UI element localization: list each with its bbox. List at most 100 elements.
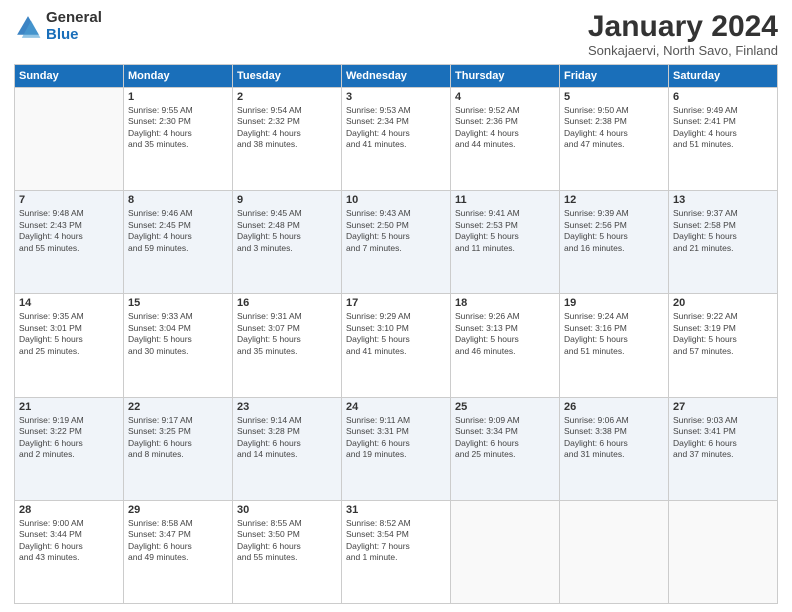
calendar-cell: 2 Sunrise: 9:54 AM Sunset: 2:32 PM Daylig… xyxy=(233,88,342,191)
day-info: Sunrise: 9:53 AM Sunset: 2:34 PM Dayligh… xyxy=(346,105,446,151)
day-number: 5 xyxy=(564,91,664,103)
day-number: 15 xyxy=(128,297,228,309)
day-number: 6 xyxy=(673,91,773,103)
day-number: 29 xyxy=(128,504,228,516)
calendar-cell: 31Sunrise: 8:52 AM Sunset: 3:54 PM Dayli… xyxy=(342,500,451,603)
day-info: Sunrise: 9:24 AM Sunset: 3:16 PM Dayligh… xyxy=(564,311,664,357)
calendar-header-friday: Friday xyxy=(560,65,669,88)
day-info: Sunrise: 8:52 AM Sunset: 3:54 PM Dayligh… xyxy=(346,518,446,564)
calendar-cell: 23Sunrise: 9:14 AM Sunset: 3:28 PM Dayli… xyxy=(233,397,342,500)
day-number: 19 xyxy=(564,297,664,309)
day-info: Sunrise: 9:41 AM Sunset: 2:53 PM Dayligh… xyxy=(455,208,555,254)
calendar-cell: 28Sunrise: 9:00 AM Sunset: 3:44 PM Dayli… xyxy=(15,500,124,603)
day-info: Sunrise: 9:54 AM Sunset: 2:32 PM Dayligh… xyxy=(237,105,337,151)
day-number: 23 xyxy=(237,401,337,413)
calendar-cell: 13 Sunrise: 9:37 AM Sunset: 2:58 PM Dayli… xyxy=(669,191,778,294)
day-number: 11 xyxy=(455,194,555,206)
day-number: 27 xyxy=(673,401,773,413)
day-number: 13 xyxy=(673,194,773,206)
logo-text: General Blue xyxy=(46,10,102,43)
calendar-cell: 15Sunrise: 9:33 AM Sunset: 3:04 PM Dayli… xyxy=(124,294,233,397)
calendar-cell: 17Sunrise: 9:29 AM Sunset: 3:10 PM Dayli… xyxy=(342,294,451,397)
calendar-cell: 8 Sunrise: 9:46 AM Sunset: 2:45 PM Daylig… xyxy=(124,191,233,294)
day-number: 10 xyxy=(346,194,446,206)
day-info: Sunrise: 9:17 AM Sunset: 3:25 PM Dayligh… xyxy=(128,415,228,461)
calendar-cell: 11 Sunrise: 9:41 AM Sunset: 2:53 PM Dayli… xyxy=(451,191,560,294)
calendar-cell xyxy=(560,500,669,603)
day-number: 2 xyxy=(237,91,337,103)
day-number: 4 xyxy=(455,91,555,103)
logo: General Blue xyxy=(14,10,102,43)
day-info: Sunrise: 9:52 AM Sunset: 2:36 PM Dayligh… xyxy=(455,105,555,151)
day-info: Sunrise: 9:35 AM Sunset: 3:01 PM Dayligh… xyxy=(19,311,119,357)
day-number: 28 xyxy=(19,504,119,516)
day-info: Sunrise: 9:46 AM Sunset: 2:45 PM Dayligh… xyxy=(128,208,228,254)
calendar-cell: 24 Sunrise: 9:11 AM Sunset: 3:31 PM Dayli… xyxy=(342,397,451,500)
calendar-cell: 10Sunrise: 9:43 AM Sunset: 2:50 PM Dayli… xyxy=(342,191,451,294)
day-number: 20 xyxy=(673,297,773,309)
day-number: 30 xyxy=(237,504,337,516)
day-number: 3 xyxy=(346,91,446,103)
calendar-week-row: 21Sunrise: 9:19 AM Sunset: 3:22 PM Dayli… xyxy=(15,397,778,500)
calendar-cell xyxy=(451,500,560,603)
calendar-cell: 20 Sunrise: 9:22 AM Sunset: 3:19 PM Dayli… xyxy=(669,294,778,397)
calendar-container: General Blue January 2024 Sonkajaervi, N… xyxy=(0,0,792,612)
calendar-week-row: 1Sunrise: 9:55 AM Sunset: 2:30 PM Daylig… xyxy=(15,88,778,191)
day-info: Sunrise: 9:39 AM Sunset: 2:56 PM Dayligh… xyxy=(564,208,664,254)
calendar-week-row: 7Sunrise: 9:48 AM Sunset: 2:43 PM Daylig… xyxy=(15,191,778,294)
calendar-header-row: SundayMondayTuesdayWednesdayThursdayFrid… xyxy=(15,65,778,88)
calendar-cell xyxy=(669,500,778,603)
day-info: Sunrise: 9:09 AM Sunset: 3:34 PM Dayligh… xyxy=(455,415,555,461)
day-info: Sunrise: 9:11 AM Sunset: 3:31 PM Dayligh… xyxy=(346,415,446,461)
calendar-cell: 26Sunrise: 9:06 AM Sunset: 3:38 PM Dayli… xyxy=(560,397,669,500)
subtitle: Sonkajaervi, North Savo, Finland xyxy=(588,43,778,58)
calendar-cell: 9 Sunrise: 9:45 AM Sunset: 2:48 PM Daylig… xyxy=(233,191,342,294)
calendar-cell: 29 Sunrise: 8:58 AM Sunset: 3:47 PM Dayli… xyxy=(124,500,233,603)
day-info: Sunrise: 9:22 AM Sunset: 3:19 PM Dayligh… xyxy=(673,311,773,357)
calendar-cell: 19 Sunrise: 9:24 AM Sunset: 3:16 PM Dayli… xyxy=(560,294,669,397)
day-info: Sunrise: 9:45 AM Sunset: 2:48 PM Dayligh… xyxy=(237,208,337,254)
title-block: January 2024 Sonkajaervi, North Savo, Fi… xyxy=(588,10,778,58)
calendar-cell xyxy=(15,88,124,191)
header: General Blue January 2024 Sonkajaervi, N… xyxy=(14,10,778,58)
day-info: Sunrise: 9:37 AM Sunset: 2:58 PM Dayligh… xyxy=(673,208,773,254)
day-number: 22 xyxy=(128,401,228,413)
calendar-header-thursday: Thursday xyxy=(451,65,560,88)
calendar-cell: 6 Sunrise: 9:49 AM Sunset: 2:41 PM Daylig… xyxy=(669,88,778,191)
calendar-table: SundayMondayTuesdayWednesdayThursdayFrid… xyxy=(14,64,778,604)
day-info: Sunrise: 9:03 AM Sunset: 3:41 PM Dayligh… xyxy=(673,415,773,461)
calendar-cell: 4 Sunrise: 9:52 AM Sunset: 2:36 PM Daylig… xyxy=(451,88,560,191)
day-info: Sunrise: 9:50 AM Sunset: 2:38 PM Dayligh… xyxy=(564,105,664,151)
day-number: 18 xyxy=(455,297,555,309)
calendar-cell: 21Sunrise: 9:19 AM Sunset: 3:22 PM Dayli… xyxy=(15,397,124,500)
day-number: 8 xyxy=(128,194,228,206)
logo-icon xyxy=(14,13,42,41)
day-number: 12 xyxy=(564,194,664,206)
calendar-cell: 1Sunrise: 9:55 AM Sunset: 2:30 PM Daylig… xyxy=(124,88,233,191)
calendar-cell: 22 Sunrise: 9:17 AM Sunset: 3:25 PM Dayli… xyxy=(124,397,233,500)
day-info: Sunrise: 9:26 AM Sunset: 3:13 PM Dayligh… xyxy=(455,311,555,357)
calendar-cell: 14Sunrise: 9:35 AM Sunset: 3:01 PM Dayli… xyxy=(15,294,124,397)
day-number: 26 xyxy=(564,401,664,413)
calendar-header-wednesday: Wednesday xyxy=(342,65,451,88)
day-info: Sunrise: 9:49 AM Sunset: 2:41 PM Dayligh… xyxy=(673,105,773,151)
calendar-cell: 27 Sunrise: 9:03 AM Sunset: 3:41 PM Dayli… xyxy=(669,397,778,500)
calendar-header-tuesday: Tuesday xyxy=(233,65,342,88)
day-number: 25 xyxy=(455,401,555,413)
day-info: Sunrise: 9:29 AM Sunset: 3:10 PM Dayligh… xyxy=(346,311,446,357)
calendar-header-saturday: Saturday xyxy=(669,65,778,88)
day-number: 24 xyxy=(346,401,446,413)
day-info: Sunrise: 8:55 AM Sunset: 3:50 PM Dayligh… xyxy=(237,518,337,564)
calendar-cell: 7Sunrise: 9:48 AM Sunset: 2:43 PM Daylig… xyxy=(15,191,124,294)
day-number: 9 xyxy=(237,194,337,206)
calendar-cell: 3 Sunrise: 9:53 AM Sunset: 2:34 PM Daylig… xyxy=(342,88,451,191)
calendar-cell: 16Sunrise: 9:31 AM Sunset: 3:07 PM Dayli… xyxy=(233,294,342,397)
calendar-week-row: 14Sunrise: 9:35 AM Sunset: 3:01 PM Dayli… xyxy=(15,294,778,397)
calendar-cell: 18 Sunrise: 9:26 AM Sunset: 3:13 PM Dayli… xyxy=(451,294,560,397)
calendar-cell: 12 Sunrise: 9:39 AM Sunset: 2:56 PM Dayli… xyxy=(560,191,669,294)
day-info: Sunrise: 9:19 AM Sunset: 3:22 PM Dayligh… xyxy=(19,415,119,461)
day-info: Sunrise: 8:58 AM Sunset: 3:47 PM Dayligh… xyxy=(128,518,228,564)
calendar-header-monday: Monday xyxy=(124,65,233,88)
main-title: January 2024 xyxy=(588,10,778,43)
calendar-cell: 25 Sunrise: 9:09 AM Sunset: 3:34 PM Dayli… xyxy=(451,397,560,500)
